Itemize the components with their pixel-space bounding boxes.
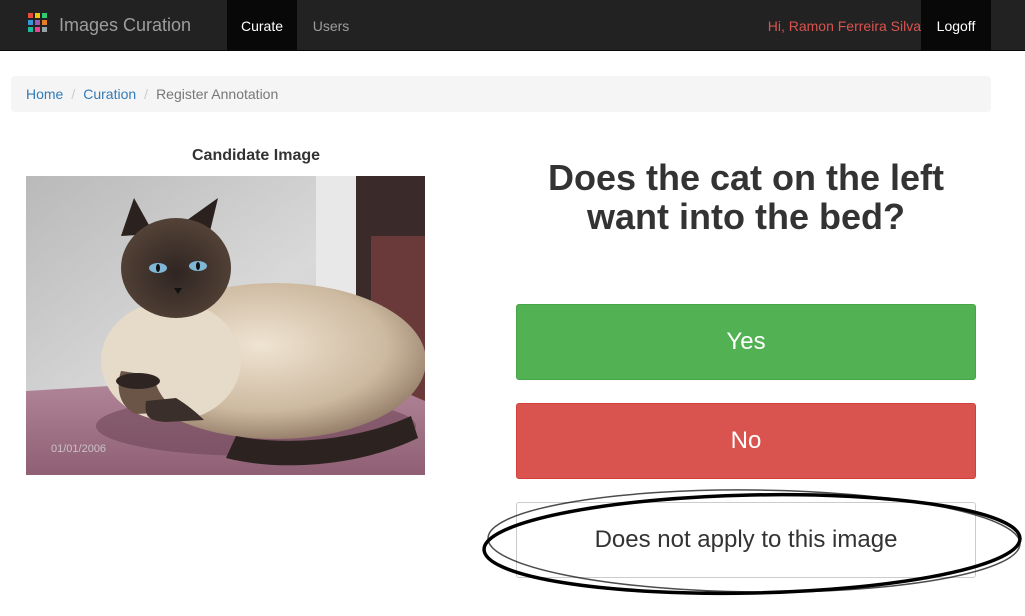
breadcrumb-separator: / (71, 86, 76, 102)
breadcrumb-home[interactable]: Home (26, 86, 63, 102)
logo-square (28, 19, 33, 25)
logo-square (28, 26, 33, 32)
logo-square (35, 12, 40, 18)
brand[interactable]: Images Curation (28, 0, 191, 51)
logo-square (42, 19, 47, 25)
logo-square (28, 12, 33, 18)
breadcrumb: Home / Curation / Register Annotation (11, 76, 991, 112)
brand-title[interactable]: Images Curation (59, 15, 191, 36)
logoff-button[interactable]: Logoff (921, 0, 991, 51)
yes-button[interactable]: Yes (516, 304, 976, 380)
cat-photo-illustration: 01/01/2006 (26, 176, 425, 475)
top-navbar: Images Curation Curate Users Hi, Ramon F… (0, 0, 1025, 51)
nav-users[interactable]: Users (297, 0, 365, 51)
grid-logo-icon (28, 12, 48, 33)
not-apply-button[interactable]: Does not apply to this image (516, 502, 976, 578)
logo-square (42, 26, 47, 32)
user-greeting: Hi, Ramon Ferreira Silva (767, 17, 921, 34)
breadcrumb-separator: / (144, 86, 149, 102)
logo-square (35, 26, 40, 32)
logo-square (35, 19, 40, 25)
logo-square (42, 12, 47, 18)
candidate-image-title: Candidate Image (191, 147, 321, 164)
photo-date-stamp: 01/01/2006 (51, 443, 106, 455)
no-button[interactable]: No (516, 403, 976, 479)
nav-curate[interactable]: Curate (227, 0, 297, 51)
breadcrumb-current: Register Annotation (156, 86, 279, 102)
breadcrumb-curation[interactable]: Curation (83, 86, 136, 102)
candidate-photo: 01/01/2006 (26, 176, 425, 475)
question-text: Does the cat on the left want into the b… (547, 157, 945, 237)
